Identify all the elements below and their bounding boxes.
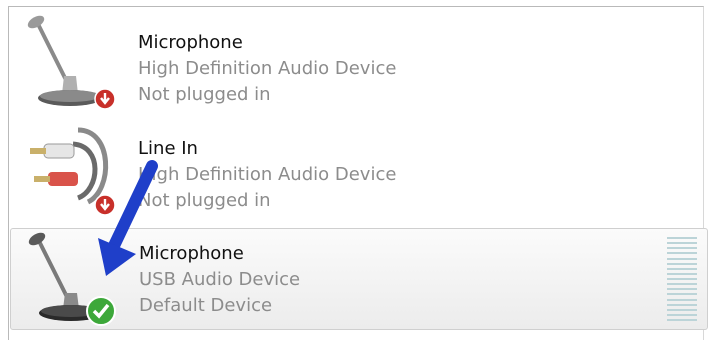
device-info: Microphone High Definition Audio Device … xyxy=(138,30,396,108)
annotation-arrow-icon xyxy=(98,160,158,276)
down-arrow-badge-icon xyxy=(94,88,116,110)
level-meter-segment xyxy=(667,283,697,286)
device-row-microphone-hd[interactable]: Microphone High Definition Audio Device … xyxy=(8,10,702,114)
level-meter-segment xyxy=(667,313,697,316)
level-meter-segment xyxy=(667,298,697,301)
level-meter-segment xyxy=(667,237,697,239)
level-meter-segment xyxy=(667,272,697,275)
level-meter-segment xyxy=(667,319,697,321)
level-meter-segment xyxy=(667,303,697,306)
level-meter-segment xyxy=(667,257,697,260)
checkmark-badge-icon xyxy=(86,296,116,326)
device-status: Default Device xyxy=(139,295,273,316)
level-meter-segment xyxy=(667,267,697,270)
device-status: Not plugged in xyxy=(138,190,271,211)
level-meter-segment xyxy=(667,278,697,280)
device-name: Line In xyxy=(138,138,198,159)
device-driver: High Definition Audio Device xyxy=(138,58,397,79)
device-driver: High Definition Audio Device xyxy=(138,164,397,185)
level-meter-segment xyxy=(667,242,697,245)
level-meter-segment xyxy=(667,252,697,255)
device-status: Not plugged in xyxy=(138,84,271,105)
level-meter xyxy=(667,237,697,321)
device-name: Microphone xyxy=(138,32,243,53)
level-meter-segment xyxy=(667,293,697,296)
level-meter-segment xyxy=(667,247,697,250)
level-meter-segment xyxy=(667,288,697,291)
level-meter-segment xyxy=(667,308,697,311)
device-info: Line In High Definition Audio Device Not… xyxy=(138,136,396,214)
level-meter-segment xyxy=(667,262,697,265)
